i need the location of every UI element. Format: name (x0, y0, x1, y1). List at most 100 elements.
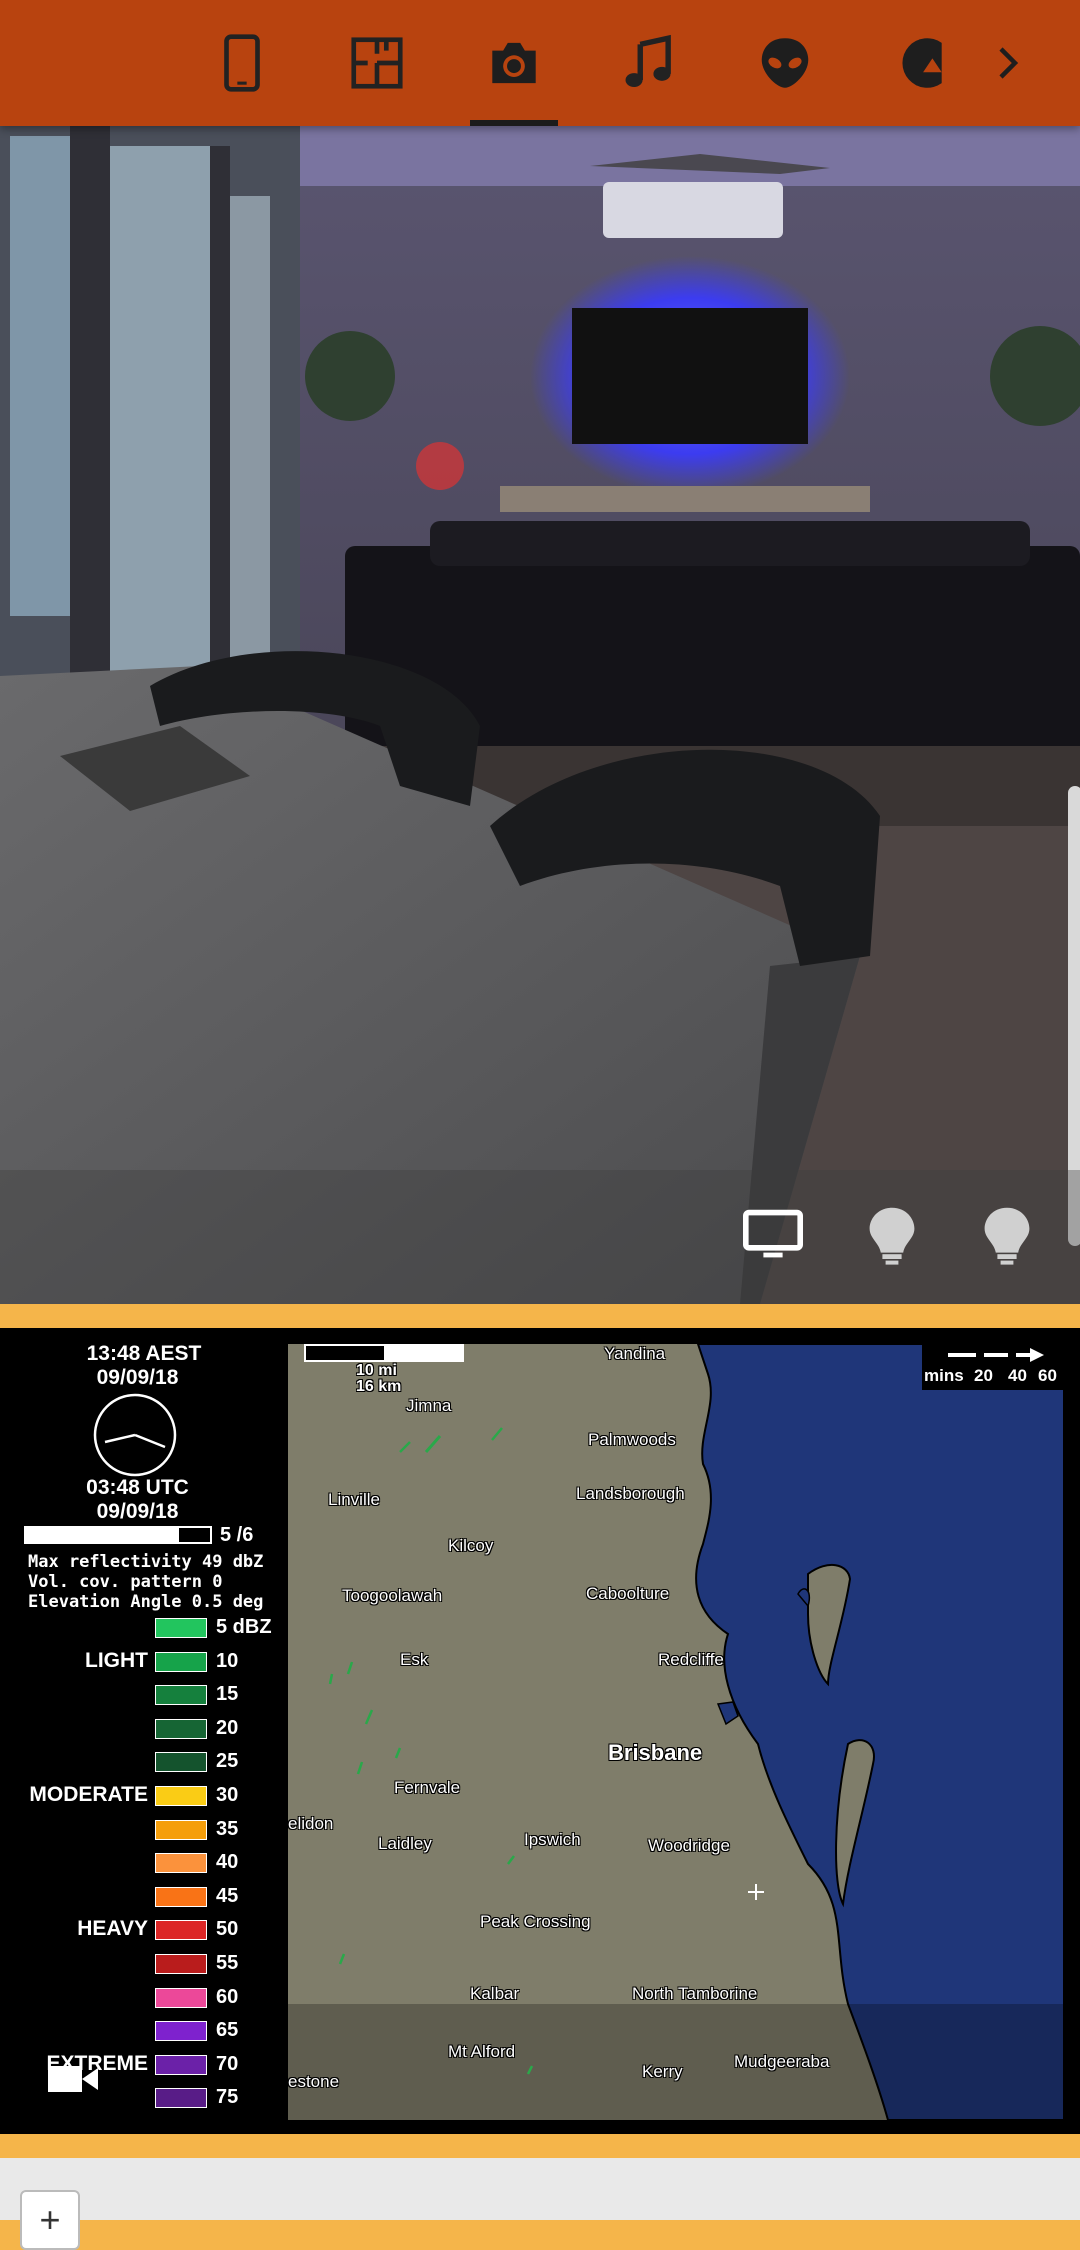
place-label: Linville (328, 1490, 380, 1509)
chevron-right-icon (999, 47, 1019, 79)
tv-toggle-button[interactable] (738, 1200, 808, 1270)
legend-swatch (155, 1886, 207, 1907)
legend-swatch (155, 1651, 207, 1672)
camera-icon (492, 42, 536, 84)
zoom-in-button[interactable]: + (20, 2190, 80, 2250)
place-label: Kerry (642, 2062, 683, 2081)
legend-dbz-label: 25 (216, 1750, 239, 1773)
camera-feed[interactable] (0, 126, 1080, 1304)
light-toggle-button[interactable] (857, 1200, 927, 1270)
legend-swatch (155, 1718, 207, 1739)
legend-dbz-label: 40 (216, 1851, 239, 1874)
scale-bar (304, 1344, 464, 1362)
legend-swatch (155, 2021, 207, 2042)
lightbulb-icon (984, 1207, 1030, 1265)
place-label: estone (288, 2072, 340, 2091)
legend-dbz-label: 60 (216, 1985, 239, 2008)
legend-swatch (155, 1954, 207, 1974)
legend-swatch (155, 1987, 207, 2008)
legend-swatch (155, 1685, 207, 1706)
legend-band-label: HEAVY (77, 1917, 148, 1941)
legend-dbz-label: 15 (216, 1683, 239, 1706)
legend-swatch (155, 1819, 207, 1840)
max-reflectivity: Max reflectivity 49 dbZ (28, 1552, 264, 1572)
radar-legend: 13:48 AEST 09/09/18 03:48 UTC 09/09/18 5… (0, 1328, 288, 2134)
top-navigation-bar (0, 0, 1080, 126)
legend-dbz-label: 10 (216, 1649, 239, 1672)
legend-swatch (155, 1618, 207, 1638)
legend-dbz-label: 65 (216, 2019, 239, 2042)
scale-bar-km: 16 km (356, 1378, 402, 1395)
place-label: Brisbane (608, 1740, 703, 1765)
floorplan-icon (351, 37, 403, 89)
legend-dbz-label: 20 (216, 1716, 239, 1739)
music-icon (625, 34, 671, 88)
legend-swatch (155, 1752, 207, 1773)
legend-dbz-label: 50 (216, 1918, 239, 1941)
legend-dbz-label: 45 (216, 1884, 239, 1907)
place-label: Woodridge (648, 1836, 730, 1855)
local-time: 13:48 AEST (86, 1342, 202, 1365)
place-label: Esk (400, 1650, 429, 1669)
place-label: Jimna (406, 1396, 452, 1415)
light-toggle-button-2[interactable] (972, 1200, 1042, 1270)
frame-progress-bar (24, 1526, 212, 1544)
wind-tick-40: 40 (1008, 1366, 1027, 1385)
legend-swatch (155, 2088, 207, 2109)
legend-swatch (155, 1920, 207, 1941)
place-label: Caboolture (586, 1584, 670, 1603)
video-camera-button[interactable] (46, 2060, 100, 2098)
tab-more-button[interactable] (948, 0, 1068, 126)
alien-icon (761, 38, 809, 88)
place-label: Mt Alford (448, 2042, 516, 2061)
legend-band-label: LIGHT (85, 1648, 148, 1672)
utc-time: 03:48 UTC (86, 1476, 189, 1499)
place-label: Yandina (604, 1344, 666, 1363)
radar-map[interactable]: 10 mi 16 km mins 20 40 60 Yandina Jimna Pa… (288, 1344, 1064, 2120)
place-label: Ipswich (524, 1830, 581, 1849)
tab-alien[interactable] (725, 0, 845, 126)
legend-swatch (155, 1853, 207, 1874)
legend-dbz-label: 75 (216, 2086, 239, 2109)
tab-tablet[interactable] (182, 0, 302, 126)
partial-circle-icon (902, 38, 942, 88)
tab-floorplan[interactable] (317, 0, 437, 126)
wind-tick-20: 20 (974, 1366, 993, 1385)
place-label: Laidley (378, 1834, 432, 1853)
place-label: Kilcoy (448, 1536, 494, 1555)
map-section[interactable] (0, 2158, 1080, 2220)
weather-radar-panel: 13:48 AEST 09/09/18 03:48 UTC 09/09/18 5… (0, 1328, 1080, 2134)
tablet-icon (224, 34, 260, 92)
legend-dbz-label: 35 (216, 1817, 239, 1840)
volume-coverage-pattern: Vol. cov. pattern 0 (28, 1572, 223, 1592)
place-label: Fernvale (394, 1778, 461, 1797)
place-label: Kalbar (470, 1984, 520, 2003)
wind-arrow-legend: mins 20 40 60 (922, 1344, 1064, 1390)
living-room-camera-image (0, 126, 1080, 1304)
arrow-right-icon (948, 1348, 1044, 1362)
place-label: Palmwoods (588, 1430, 676, 1449)
place-label: Toogoolawah (342, 1586, 443, 1605)
legend-band-label: MODERATE (29, 1783, 148, 1806)
frame-progress-fill (26, 1528, 179, 1542)
legend-dbz-label: 5 dBZ (216, 1616, 272, 1638)
elevation-angle: Elevation Angle 0.5 deg (28, 1592, 264, 1612)
tv-icon (743, 1209, 803, 1258)
tab-camera[interactable] (454, 0, 574, 126)
analog-clock-icon (93, 1393, 177, 1477)
place-label: elidon (288, 1814, 334, 1833)
legend-swatch (155, 2054, 207, 2075)
place-label: Mudgeeraba (734, 2052, 830, 2071)
place-label: Landsborough (576, 1484, 685, 1503)
wind-tick-60: 60 (1038, 1366, 1057, 1385)
place-label: Redcliffe (658, 1650, 724, 1669)
utc-date: 09/09/18 (96, 1500, 179, 1523)
wind-arrow-label: mins (924, 1366, 964, 1385)
place-label: Peak Crossing (480, 1912, 591, 1931)
legend-dbz-label: 55 (216, 1952, 239, 1974)
lightbulb-icon (869, 1207, 915, 1265)
frame-counter: 5 /6 (220, 1524, 254, 1546)
legend-dbz-label: 70 (216, 2052, 239, 2075)
tab-music[interactable] (588, 0, 708, 126)
place-label: North Tamborine (632, 1984, 758, 2003)
